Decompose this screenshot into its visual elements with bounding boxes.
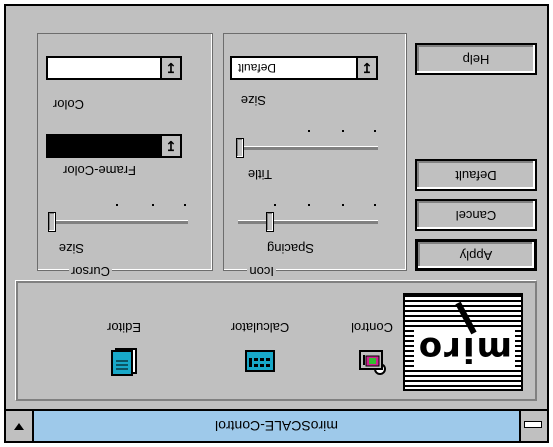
calculator-tool[interactable]: Calculator: [225, 303, 295, 393]
calculator-label: Calculator: [230, 320, 290, 335]
help-button[interactable]: Help: [415, 43, 537, 75]
editor-tool[interactable]: Editor: [89, 303, 159, 393]
tick-mark: [152, 204, 154, 206]
tick-mark: [308, 130, 310, 132]
system-menu-button[interactable]: [519, 411, 547, 441]
icon-spacing-slider-thumb[interactable]: [266, 212, 274, 232]
tick-mark: [374, 130, 376, 132]
icon-size-label: Size: [240, 93, 266, 108]
icon-title-track[interactable]: [238, 146, 378, 150]
tick-mark: [116, 204, 118, 206]
icon-title-label: Title: [247, 167, 272, 182]
system-menu-icon: [524, 421, 542, 428]
calculator-icon: [245, 350, 275, 372]
icon-size-value: Default: [238, 61, 277, 75]
cursor-group: Cursor Size Frame-Color ↧ Color ↧: [37, 33, 213, 279]
tick-mark: [342, 204, 344, 206]
icon-title-slider-thumb[interactable]: [236, 138, 244, 158]
arrow-down-icon: [14, 423, 24, 430]
editor-label: Editor: [107, 320, 141, 335]
default-button[interactable]: Default: [415, 159, 537, 191]
dropdown-arrow-icon[interactable]: ↧: [160, 136, 180, 156]
dropdown-arrow-icon[interactable]: ↧: [356, 58, 376, 78]
cursor-size-track[interactable]: [52, 220, 188, 224]
editor-icon: [111, 348, 137, 376]
tick-mark: [308, 204, 310, 206]
control-label: Control: [351, 320, 393, 335]
cursor-color-dropdown[interactable]: ↧: [46, 56, 182, 80]
miro-logo: miro: [403, 293, 523, 391]
icon-size-dropdown[interactable]: ↧ Default: [230, 56, 378, 80]
rotated-screen: miroSCALE-Control miro Editor Calculator…: [0, 0, 553, 447]
control-icon: [359, 350, 386, 375]
icon-spacing-label: Spacing: [267, 241, 314, 256]
cancel-button[interactable]: Cancel: [415, 199, 537, 231]
tick-mark: [342, 130, 344, 132]
cursor-group-label: Cursor: [68, 264, 112, 279]
window-title: miroSCALE-Control: [215, 418, 338, 434]
icon-spacing-track[interactable]: [238, 220, 378, 224]
cursor-color-label: Color: [52, 97, 84, 112]
apply-button[interactable]: Apply: [415, 239, 537, 271]
logo-wordmark: miro: [413, 329, 515, 369]
miroscale-control-window: miroSCALE-Control miro Editor Calculator…: [4, 4, 549, 443]
frame-color-dropdown[interactable]: ↧: [46, 134, 182, 158]
frame-color-label: Frame-Color: [63, 163, 136, 178]
control-tool[interactable]: Control: [337, 303, 407, 393]
icon-group: Icon Spacing Title Size ↧ Default: [223, 33, 407, 279]
cursor-size-slider-thumb[interactable]: [48, 212, 56, 232]
icon-group-label: Icon: [247, 264, 276, 279]
tools-panel: miro Editor Calculator Control: [16, 281, 537, 401]
cursor-size-label: Size: [58, 241, 84, 256]
dropdown-arrow-icon[interactable]: ↧: [160, 58, 180, 78]
tick-mark: [184, 204, 186, 206]
tick-mark: [374, 204, 376, 206]
title-bar[interactable]: miroSCALE-Control: [6, 409, 547, 441]
minimize-button[interactable]: [6, 411, 34, 441]
tick-mark: [274, 204, 276, 206]
